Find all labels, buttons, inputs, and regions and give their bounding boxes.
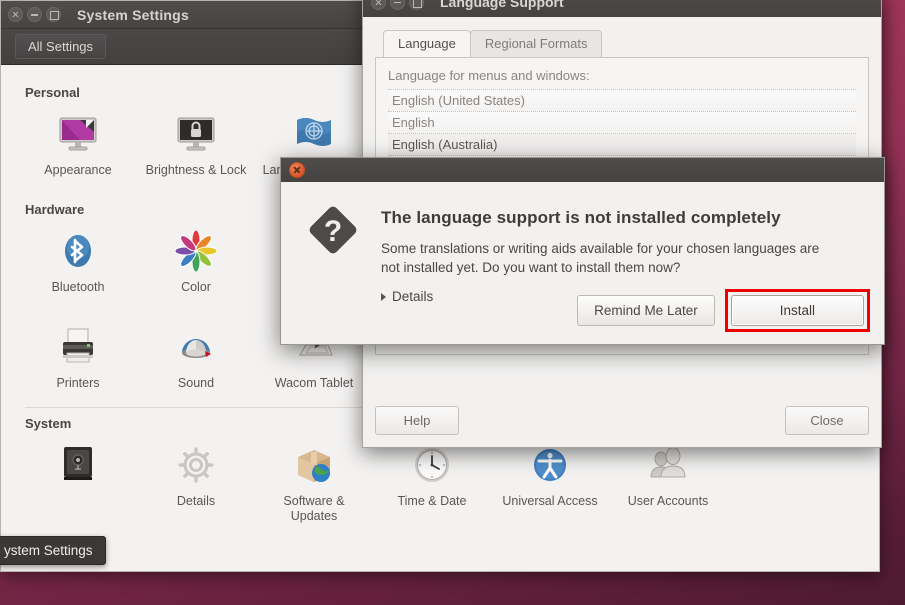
language-list-item[interactable]: English bbox=[388, 112, 856, 134]
settings-item-label: Wacom Tablet bbox=[274, 376, 354, 390]
gear-icon bbox=[172, 441, 220, 489]
printers-icon bbox=[54, 323, 102, 371]
settings-item-label: Brightness & Lock bbox=[145, 163, 247, 177]
settings-item-details[interactable]: Details bbox=[137, 433, 255, 530]
window-title: Language Support bbox=[440, 0, 564, 10]
settings-item-label: Universal Access bbox=[502, 494, 598, 508]
tab-regional-formats[interactable]: Regional Formats bbox=[469, 30, 603, 57]
close-icon[interactable] bbox=[8, 7, 23, 22]
dialog-heading: The language support is not installed co… bbox=[381, 208, 781, 227]
clock-icon bbox=[408, 441, 456, 489]
language-support-titlebar: Language Support bbox=[363, 0, 881, 17]
software-updates-icon bbox=[290, 441, 338, 489]
settings-item-software-updates[interactable]: Software & Updates bbox=[255, 433, 373, 530]
language-support-dialog: ? The language support is not installed … bbox=[280, 157, 885, 345]
settings-item-printers[interactable]: Printers bbox=[19, 315, 137, 397]
language-list-label: Language for menus and windows: bbox=[388, 68, 590, 83]
close-icon[interactable] bbox=[289, 162, 305, 178]
language-support-footer: Help Close bbox=[375, 406, 869, 435]
minimize-icon[interactable] bbox=[27, 7, 42, 22]
svg-text:?: ? bbox=[324, 215, 342, 248]
settings-item-label: Bluetooth bbox=[51, 280, 105, 294]
help-button[interactable]: Help bbox=[375, 406, 459, 435]
language-list-item[interactable]: English (United States) bbox=[388, 90, 856, 112]
tab-language[interactable]: Language bbox=[383, 30, 471, 57]
system-settings-tooltip: ystem Settings bbox=[0, 536, 106, 565]
backup-safe-icon bbox=[54, 441, 102, 489]
settings-item-label: Appearance bbox=[44, 163, 112, 177]
remind-me-later-button[interactable]: Remind Me Later bbox=[577, 295, 715, 326]
all-settings-button[interactable]: All Settings bbox=[15, 34, 107, 59]
close-icon[interactable] bbox=[371, 0, 386, 10]
settings-item-brightness-lock[interactable]: Brightness & Lock bbox=[137, 102, 255, 184]
settings-item-label: Printers bbox=[56, 376, 100, 390]
dialog-actions: Remind Me Later Install bbox=[577, 289, 870, 332]
universal-access-icon bbox=[526, 441, 574, 489]
maximize-icon[interactable] bbox=[46, 7, 61, 22]
language-support-icon bbox=[290, 110, 338, 158]
dialog-details-label: Details bbox=[392, 289, 434, 304]
settings-item-label: Sound bbox=[177, 376, 215, 390]
settings-item-bluetooth[interactable]: Bluetooth bbox=[19, 219, 137, 301]
settings-item-label: Time & Date bbox=[397, 494, 467, 508]
settings-item-label: Color bbox=[181, 280, 211, 294]
settings-item-label: Software & Updates bbox=[283, 494, 345, 523]
appearance-icon bbox=[54, 110, 102, 158]
settings-item-backup[interactable]: Backup bbox=[19, 433, 137, 530]
settings-item-sound[interactable]: Sound bbox=[137, 315, 255, 397]
install-button-highlight: Install bbox=[724, 289, 870, 332]
language-list-item[interactable]: English (Australia) bbox=[388, 134, 856, 156]
tab-bar: Language Regional Formats bbox=[375, 29, 869, 57]
settings-item-label: Details bbox=[176, 494, 216, 508]
maximize-icon[interactable] bbox=[409, 0, 424, 10]
settings-item-appearance[interactable]: Appearance bbox=[19, 102, 137, 184]
dialog-body: ? The language support is not installed … bbox=[281, 182, 884, 304]
window-title: System Settings bbox=[77, 6, 189, 23]
dialog-titlebar bbox=[281, 158, 884, 182]
sound-icon bbox=[172, 323, 220, 371]
dialog-message: Some translations or writing aids availa… bbox=[381, 241, 820, 275]
bluetooth-icon bbox=[54, 227, 102, 275]
question-mark-icon: ? bbox=[301, 198, 377, 304]
install-button[interactable]: Install bbox=[730, 295, 864, 326]
close-button[interactable]: Close bbox=[785, 406, 869, 435]
chevron-right-icon bbox=[381, 292, 386, 301]
brightness-lock-icon bbox=[172, 110, 220, 158]
minimize-icon[interactable] bbox=[390, 0, 405, 10]
user-accounts-icon bbox=[644, 441, 692, 489]
color-icon bbox=[172, 227, 220, 275]
settings-item-color[interactable]: Color bbox=[137, 219, 255, 301]
settings-item-label: User Accounts bbox=[627, 494, 709, 508]
language-list[interactable]: English (United States) English English … bbox=[388, 89, 856, 156]
